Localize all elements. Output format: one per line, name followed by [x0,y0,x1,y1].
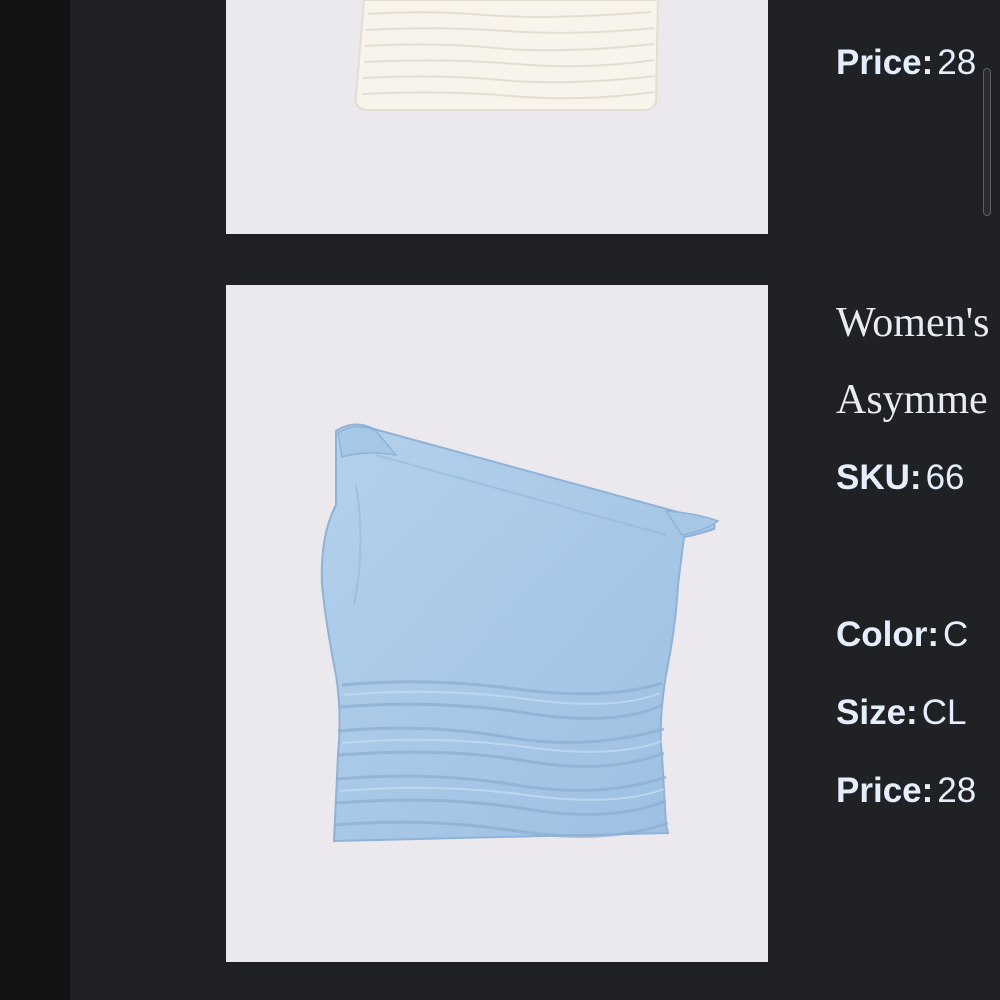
previous-item-image[interactable] [226,0,768,234]
size-row: Size: CL [836,690,966,736]
price-label: Price: [836,771,934,810]
price-row: Price: 28 [836,768,976,814]
sku-value: 66 [925,458,965,497]
color-value: C [943,615,969,654]
vertical-scrollbar[interactable] [983,68,991,218]
white-ruched-top-image [226,0,768,234]
current-item-details: Women's Asymme SKU: 66 Color: C Size: CL… [836,295,1000,815]
size-value: CL [921,693,967,732]
previous-price-row: Price: 28 [836,40,976,86]
scrollbar-thumb[interactable] [983,68,991,216]
product-title-line-2[interactable]: Asymme [836,377,988,423]
price-value: 28 [937,771,977,810]
light-blue-one-shoulder-top-image [226,285,768,962]
left-edge-panel [0,0,70,1000]
product-title-line-1[interactable]: Women's [836,300,990,346]
price-label: Price: [836,43,934,82]
current-item-image[interactable] [226,285,768,962]
color-label: Color: [836,615,940,654]
price-value: 28 [937,43,977,82]
product-title-part-2[interactable]: Asymme [836,377,988,423]
previous-item-details: Price: 28 [836,40,1000,90]
sku-row: SKU: 66 [836,455,965,501]
product-list: Price: 28 Women's Asymme SKU: 66 Color: … [70,0,1000,1000]
sku-label: SKU: [836,458,922,497]
product-title-part-1[interactable]: Women's [836,300,990,346]
color-row: Color: C [836,612,968,658]
size-label: Size: [836,693,918,732]
